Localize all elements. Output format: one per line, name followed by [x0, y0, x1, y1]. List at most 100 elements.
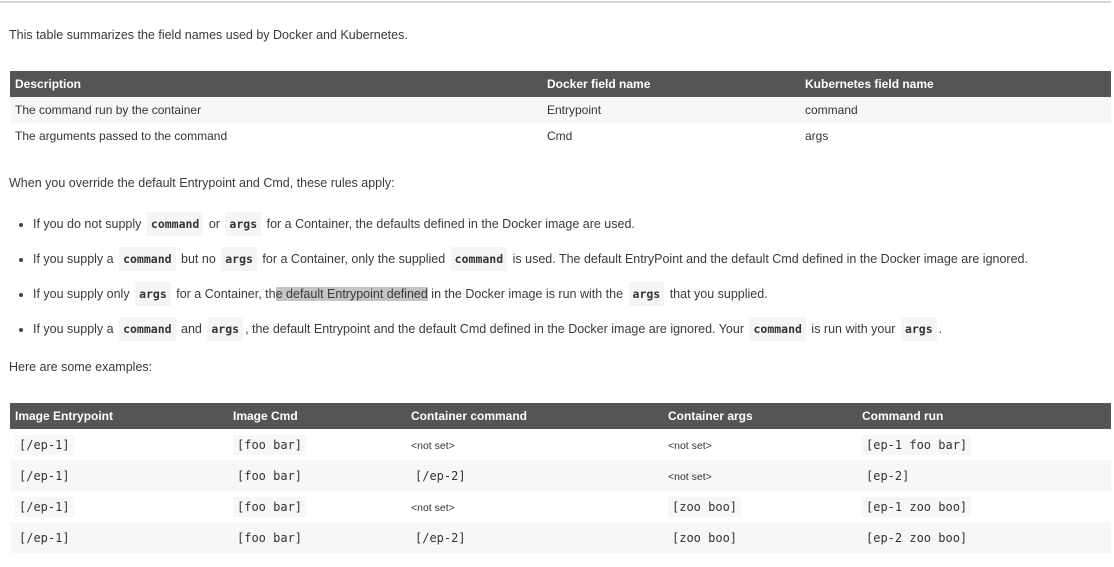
examples-intro-text: Here are some examples:: [9, 360, 153, 374]
table-cell: command: [800, 97, 1111, 123]
inline-code: command: [450, 247, 508, 271]
rule-text: for a Container, th: [172, 287, 276, 301]
rule-text: but no: [177, 252, 220, 266]
inline-code: args: [135, 282, 171, 306]
rule-text: If you supply a: [33, 252, 118, 266]
table-cell: [/ep-2]: [406, 460, 663, 491]
inline-code: command: [146, 212, 204, 236]
rule-text: If you do not supply: [33, 217, 145, 231]
code-value: [zoo boo]: [668, 496, 742, 517]
code-value: [/ep-1]: [15, 434, 74, 455]
table-cell: [foo bar]: [228, 429, 406, 460]
not-set-label: <not set>: [668, 470, 712, 483]
rule-text: is run with your: [807, 322, 899, 336]
inline-code: args: [221, 247, 257, 271]
column-header: Image Entrypoint: [10, 403, 228, 429]
rule-text: and: [177, 322, 206, 336]
table-cell: [ep-1 foo bar]: [857, 429, 1111, 460]
rule-text: If you supply only: [33, 287, 134, 301]
rule-text: in the Docker image is run with the: [427, 287, 627, 301]
rule-text: , the default Entrypoint and the default…: [245, 322, 748, 336]
table-cell: [/ep-1]: [10, 429, 228, 460]
top-divider: [0, 1, 1111, 3]
table-cell: <not set>: [663, 460, 857, 491]
table-cell: [foo bar]: [228, 491, 406, 522]
code-value: [foo bar]: [233, 496, 307, 517]
inline-code: command: [119, 317, 176, 341]
table-row: [/ep-1] [foo bar] [/ep-2] [zoo boo] [ep-2 zo…: [10, 522, 1111, 553]
table-cell: [ep-1 zoo boo]: [857, 491, 1111, 522]
code-value: [foo bar]: [233, 434, 307, 455]
table-cell: Entrypoint: [542, 97, 800, 123]
column-header: Docker field name: [542, 71, 800, 97]
code-value: [/ep-1]: [15, 465, 74, 486]
column-header: Container command: [406, 403, 663, 429]
table-cell: [/ep-1]: [10, 522, 228, 553]
table-header-row: Description Docker field name Kubernetes…: [10, 71, 1111, 97]
table-cell: <not set>: [663, 429, 857, 460]
rule-list-item: If you supply a command and args, the de…: [0, 316, 1028, 351]
table-cell: The arguments passed to the command: [15, 129, 228, 143]
rule-list-item: If you do not supply command or args for…: [0, 211, 1028, 246]
rule-text: for a Container, only the supplied: [258, 252, 449, 266]
code-value: [/ep-1]: [15, 527, 74, 548]
code-value: [/ep-1]: [15, 496, 74, 517]
table-cell: [zoo boo]: [663, 522, 857, 553]
intro-text: This table summarizes the field names us…: [9, 28, 408, 42]
table-cell: Cmd: [547, 129, 573, 143]
not-set-label: <not set>: [668, 439, 712, 452]
column-header: Kubernetes field name: [800, 71, 1111, 97]
rule-text: .: [938, 322, 943, 336]
table-cell: <not set>: [406, 491, 663, 522]
not-set-label: <not set>: [411, 501, 455, 514]
inline-code: command: [119, 247, 176, 271]
rule-text: If you supply a: [33, 322, 118, 336]
table-cell: [foo bar]: [228, 522, 406, 553]
inline-code: command: [749, 317, 806, 341]
rule-text: for a Container, the defaults defined in…: [263, 217, 635, 231]
inline-code: args: [900, 317, 937, 341]
table-cell: [ep-2]: [857, 460, 1111, 491]
column-header: Image Cmd: [228, 403, 406, 429]
code-value: [foo bar]: [233, 465, 307, 486]
code-value: [ep-2 zoo boo]: [862, 527, 972, 548]
rule-list-item: If you supply only args for a Container,…: [0, 281, 1028, 316]
rule-text: that you supplied.: [666, 287, 768, 301]
table-cell: [ep-2 zoo boo]: [857, 522, 1111, 553]
code-value: [ep-1 zoo boo]: [862, 496, 972, 517]
not-set-label: <not set>: [411, 439, 455, 452]
inline-code: args: [225, 212, 262, 236]
table-cell: [/ep-1]: [10, 460, 228, 491]
code-value: [zoo boo]: [668, 527, 742, 548]
table-cell: args: [805, 129, 829, 143]
table-row: The command run by the container Entrypo…: [10, 97, 1111, 123]
code-value: [ep-2]: [862, 465, 914, 486]
code-value: [/ep-2]: [411, 465, 470, 486]
table-cell: <not set>: [406, 429, 663, 460]
table-row: [/ep-1] [foo bar] <not set> [zoo boo] [ep-1 …: [10, 491, 1111, 522]
code-value: [ep-1 foo bar]: [862, 434, 972, 455]
table-cell: The command run by the container: [10, 97, 542, 123]
table-header-row: Image Entrypoint Image Cmd Container comma…: [10, 403, 1111, 429]
code-value: [/ep-2]: [411, 527, 470, 548]
rule-text: is used. The default EntryPoint and the …: [509, 252, 1028, 266]
column-header: Container args: [663, 403, 857, 429]
rules-intro-text: When you override the default Entrypoint…: [9, 176, 395, 190]
column-header: Command run: [857, 403, 1111, 429]
column-header: Description: [10, 71, 542, 97]
field-names-table: Description Docker field name Kubernetes…: [10, 71, 1111, 149]
table-cell: [/ep-1]: [10, 491, 228, 522]
table-cell: [zoo boo]: [663, 491, 857, 522]
rule-text: or: [205, 217, 224, 231]
table-row: [/ep-1] [foo bar] [/ep-2] <not set> [ep-2]: [10, 460, 1111, 491]
rule-list-item: If you supply a command but no args for …: [0, 246, 1028, 281]
code-value: [foo bar]: [233, 527, 307, 548]
examples-table: Image Entrypoint Image Cmd Container comma…: [10, 403, 1111, 553]
rules-list: If you do not supply command or args for…: [0, 211, 1028, 351]
inline-code: args: [628, 282, 665, 306]
inline-code: args: [207, 317, 244, 341]
table-cell: [foo bar]: [228, 460, 406, 491]
table-row: The arguments passed to the command Cmd …: [10, 123, 1111, 149]
table-row: [/ep-1] [foo bar] <not set> <not set> [ep-1 …: [10, 429, 1111, 460]
selected-text: e default Entrypoint defined: [275, 287, 428, 301]
